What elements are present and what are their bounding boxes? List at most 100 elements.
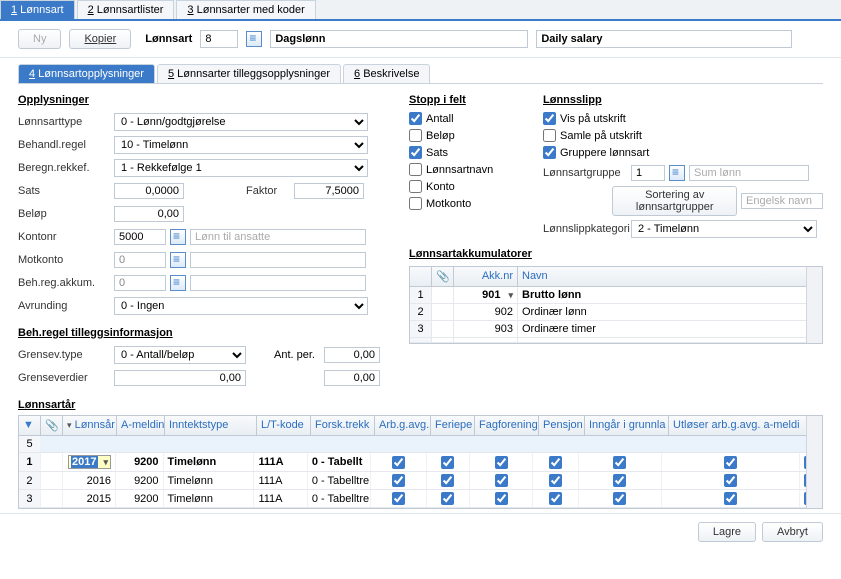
year-header-col[interactable]: Inntektstype (165, 416, 257, 435)
year-header-col[interactable]: Feriepe (431, 416, 475, 435)
stopp-antall-checkbox[interactable] (409, 112, 422, 125)
lonnsart-name-no-input[interactable] (270, 30, 528, 48)
clip-icon[interactable]: 📎 (432, 267, 454, 286)
akk-hdr-navn[interactable]: Navn (518, 267, 822, 286)
year-header-col[interactable]: L/T-kode (257, 416, 311, 435)
top-tab-lønnsarter med koder[interactable]: 3 Lønnsarter med koder (176, 0, 315, 19)
slip-samle-checkbox[interactable] (543, 129, 556, 142)
year-checkbox[interactable] (495, 492, 508, 505)
akk-hdr-nr[interactable]: Akk.nr (454, 267, 518, 286)
year-checkbox[interactable] (613, 492, 626, 505)
stopp-belop-checkbox[interactable] (409, 129, 422, 142)
year-header-col[interactable]: Forsk.trekk (311, 416, 375, 435)
akk-table: 📎 Akk.nr Navn 1901▾Brutto lønn2902Ordinæ… (409, 266, 823, 344)
year-checkbox[interactable] (724, 456, 737, 469)
year-checkbox[interactable] (495, 456, 508, 469)
top-tab-lønnsartlister[interactable]: 2 Lønnsartlister (77, 0, 175, 19)
year-row[interactable]: 220169200Timelønn111A0 - Tabelltre (19, 472, 822, 490)
grensevtype-select[interactable]: 0 - Antall/beløp (114, 346, 246, 364)
copy-button[interactable]: Kopier (69, 29, 131, 49)
sub-tab-beskrivelse[interactable]: 6 Beskrivelse (343, 64, 430, 83)
stopp-motkonto-label: Motkonto (426, 198, 471, 210)
behandlregel-select[interactable]: 10 - Timelønn (114, 136, 368, 154)
motkonto-text (190, 252, 366, 268)
grenseverdier1-input[interactable] (114, 370, 246, 386)
cancel-button[interactable]: Avbryt (762, 522, 823, 542)
scrollbar[interactable] (806, 416, 822, 508)
kontonr-input[interactable] (114, 229, 166, 245)
year-header-col[interactable]: Pensjon (539, 416, 585, 435)
save-button[interactable]: Lagre (698, 522, 756, 542)
year-header-col[interactable]: Inngår i grunnla (585, 416, 669, 435)
year-checkbox[interactable] (724, 492, 737, 505)
sats-label: Sats (18, 185, 114, 197)
year-checkbox[interactable] (613, 456, 626, 469)
year-checkbox[interactable] (441, 474, 454, 487)
lonnsart-code-input[interactable] (200, 30, 238, 48)
slip-gruppere-checkbox[interactable] (543, 146, 556, 159)
behandlregel-label: Behandl.regel (18, 139, 114, 151)
year-header-col[interactable]: Utløser arb.g.avg. a-meldi (669, 416, 809, 435)
year-checkbox[interactable] (392, 456, 405, 469)
stopp-motkonto-checkbox[interactable] (409, 197, 422, 210)
year-row[interactable]: 12017▾9200Timelønn111A0 - Tabellt (19, 453, 822, 472)
year-checkbox[interactable] (613, 474, 626, 487)
year-checkbox[interactable] (441, 456, 454, 469)
lonnsart-name-en-input[interactable] (536, 30, 792, 48)
year-checkbox[interactable] (392, 474, 405, 487)
year-checkbox[interactable] (495, 474, 508, 487)
top-tab-lønnsart[interactable]: 1 Lønnsart (0, 0, 75, 19)
lookup-icon[interactable] (669, 165, 685, 181)
behregakk-input[interactable] (114, 275, 166, 291)
year-checkbox[interactable] (392, 492, 405, 505)
stopp-konto-checkbox[interactable] (409, 180, 422, 193)
year-row[interactable]: 320159200Timelønn111A0 - Tabelltre (19, 490, 822, 508)
motkonto-input[interactable] (114, 252, 166, 268)
grenseverdier2-input[interactable] (324, 370, 380, 386)
footer: Lagre Avbryt (0, 513, 841, 550)
lookup-icon[interactable] (170, 275, 186, 291)
beregnrekke-select[interactable]: 1 - Rekkefølge 1 (114, 159, 368, 177)
scrollbar[interactable] (806, 267, 822, 343)
kategori-select[interactable]: 2 - Timelønn (631, 220, 817, 238)
akk-row[interactable]: 3903Ordinære timer (410, 321, 822, 338)
akk-row[interactable]: 1901▾Brutto lønn (410, 287, 822, 304)
year-header-col[interactable]: A-meldin (117, 416, 165, 435)
stopp-sats-checkbox[interactable] (409, 146, 422, 159)
year-row[interactable]: 5 (19, 436, 822, 453)
lookup-icon[interactable] (246, 31, 262, 47)
slip-vis-checkbox[interactable] (543, 112, 556, 125)
belop-input[interactable] (114, 206, 184, 222)
stopp-lonnsartnavn-checkbox[interactable] (409, 163, 422, 176)
sub-tabs: 4 Lønnsartopplysninger5 Lønnsarter tille… (18, 64, 823, 84)
year-checkbox[interactable] (549, 456, 562, 469)
lookup-icon[interactable] (170, 229, 186, 245)
new-button[interactable]: Ny (18, 29, 61, 49)
year-header-col[interactable]: Fagforening (475, 416, 539, 435)
stopp-antall-label: Antall (426, 113, 454, 125)
year-checkbox[interactable] (549, 474, 562, 487)
year-header-col[interactable]: ▼ (19, 416, 41, 435)
lookup-icon[interactable] (170, 252, 186, 268)
year-header-col[interactable]: Arb.g.avg. (375, 416, 431, 435)
faktor-label: Faktor (246, 185, 294, 197)
gruppe-input[interactable] (631, 165, 665, 181)
akk-row[interactable] (410, 338, 822, 343)
lonnsarttype-select[interactable]: 0 - Lønn/godtgjørelse (114, 113, 368, 131)
sats-input[interactable] (114, 183, 184, 199)
motkonto-label: Motkonto (18, 254, 114, 266)
year-checkbox[interactable] (441, 492, 454, 505)
sortering-button[interactable]: Sortering av lønnsartgrupper (612, 186, 737, 216)
year-checkbox[interactable] (724, 474, 737, 487)
year-header-col[interactable]: ▾ Lønnsår (63, 416, 117, 435)
year-header-col[interactable]: 📎 (41, 416, 63, 435)
gruppe-label: Lønnsartgruppe (543, 167, 631, 179)
sub-tab-lønnsarter tilleggsopplysninger[interactable]: 5 Lønnsarter tilleggsopplysninger (157, 64, 341, 83)
sub-tab-lønnsartopplysninger[interactable]: 4 Lønnsartopplysninger (18, 64, 155, 83)
behregakk-text (190, 275, 366, 291)
faktor-input[interactable] (294, 183, 364, 199)
antper-input[interactable] (324, 347, 380, 363)
akk-row[interactable]: 2902Ordinær lønn (410, 304, 822, 321)
year-checkbox[interactable] (549, 492, 562, 505)
avrunding-select[interactable]: 0 - Ingen (114, 297, 368, 315)
